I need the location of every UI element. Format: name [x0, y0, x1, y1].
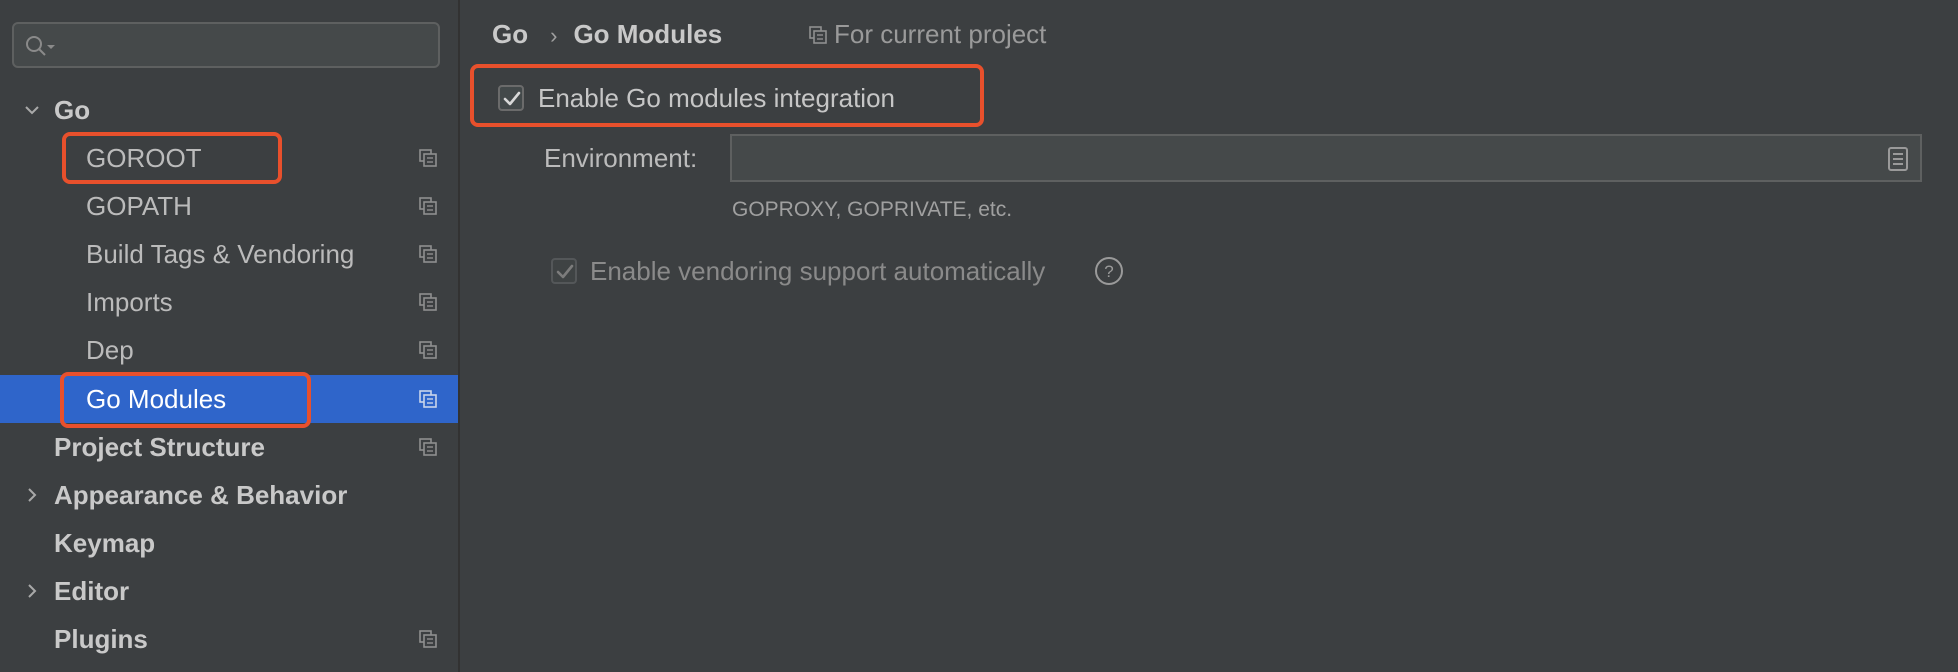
enable-go-modules-checkbox[interactable] [498, 85, 524, 111]
sidebar-item-label: Editor [54, 576, 130, 606]
project-scope-icon [419, 438, 437, 456]
breadcrumb: Go › Go Modules [492, 14, 722, 54]
project-scope-icon [419, 245, 437, 263]
sidebar-item-goroot[interactable]: GOROOT [0, 134, 458, 182]
breadcrumb-separator-icon: › [550, 23, 558, 48]
checkmark-icon [556, 264, 574, 279]
project-scope-icon [419, 197, 437, 215]
enable-go-modules-label[interactable]: Enable Go modules integration [538, 78, 895, 118]
environment-hint: GOPROXY, GOPRIVATE, etc. [732, 198, 1013, 221]
sidebar-item-label: Go Modules [86, 384, 227, 414]
chevron-down-icon[interactable] [22, 100, 42, 120]
settings-window: Go GOROOT GOPATH Build Tags & Vendoring … [0, 0, 1958, 672]
sidebar-item-dep[interactable]: Dep [0, 326, 458, 374]
sidebar-item-appearance-behavior[interactable]: Appearance & Behavior [0, 471, 458, 519]
search-icon [26, 36, 55, 56]
sidebar-item-label: Project Structure [54, 432, 265, 462]
chevron-right-icon[interactable] [22, 581, 42, 601]
sidebar-item-label: Plugins [54, 624, 148, 654]
environment-field[interactable] [730, 134, 1922, 182]
sidebar-item-project-structure[interactable]: Project Structure [0, 423, 458, 471]
sidebar-item-label: Build Tags & Vendoring [86, 239, 355, 269]
environment-label: Environment: [544, 143, 698, 173]
sidebar-item-label: Dep [86, 335, 134, 365]
project-scope-icon [419, 630, 437, 648]
project-scope-icon [419, 341, 437, 359]
scope-indicator: For current project [808, 14, 1046, 54]
breadcrumb-parent[interactable]: Go [492, 19, 528, 49]
sidebar-item-go-modules[interactable]: Go Modules [0, 375, 458, 423]
sidebar-item-label: Go [54, 95, 91, 125]
help-icon[interactable]: ? [1094, 256, 1124, 286]
sidebar-item-label: Appearance & Behavior [54, 480, 348, 510]
sidebar-item-label: GOPATH [86, 191, 192, 221]
sidebar-item-label: GOROOT [86, 143, 202, 173]
settings-search-input[interactable] [12, 22, 440, 68]
sidebar-item-go[interactable]: Go [0, 86, 458, 134]
sidebar-item-gopath[interactable]: GOPATH [0, 182, 458, 230]
vendoring-label: Enable vendoring support automatically [590, 256, 1046, 286]
project-scope-icon [809, 26, 827, 44]
settings-content: Go › Go Modules For current project Enable… [460, 0, 1958, 672]
project-scope-icon [419, 149, 437, 167]
sidebar-item-editor[interactable]: Editor [0, 567, 458, 615]
project-scope-icon [419, 390, 437, 408]
settings-sidebar: Go GOROOT GOPATH Build Tags & Vendoring … [0, 0, 458, 672]
scope-label: For current project [834, 19, 1047, 49]
chevron-right-icon[interactable] [22, 485, 42, 505]
vendoring-checkbox[interactable] [551, 258, 577, 284]
browse-icon[interactable] [1886, 146, 1910, 172]
sidebar-item-label: Imports [86, 287, 173, 317]
svg-text:?: ? [1104, 262, 1113, 281]
sidebar-item-plugins[interactable]: Plugins [0, 615, 458, 663]
sidebar-item-label: Keymap [54, 528, 156, 558]
sidebar-item-imports[interactable]: Imports [0, 278, 458, 326]
sidebar-item-build-tags[interactable]: Build Tags & Vendoring [0, 230, 458, 278]
breadcrumb-current: Go Modules [573, 19, 723, 49]
project-scope-icon [419, 293, 437, 311]
checkmark-icon [503, 91, 521, 106]
sidebar-item-keymap[interactable]: Keymap [0, 519, 458, 567]
